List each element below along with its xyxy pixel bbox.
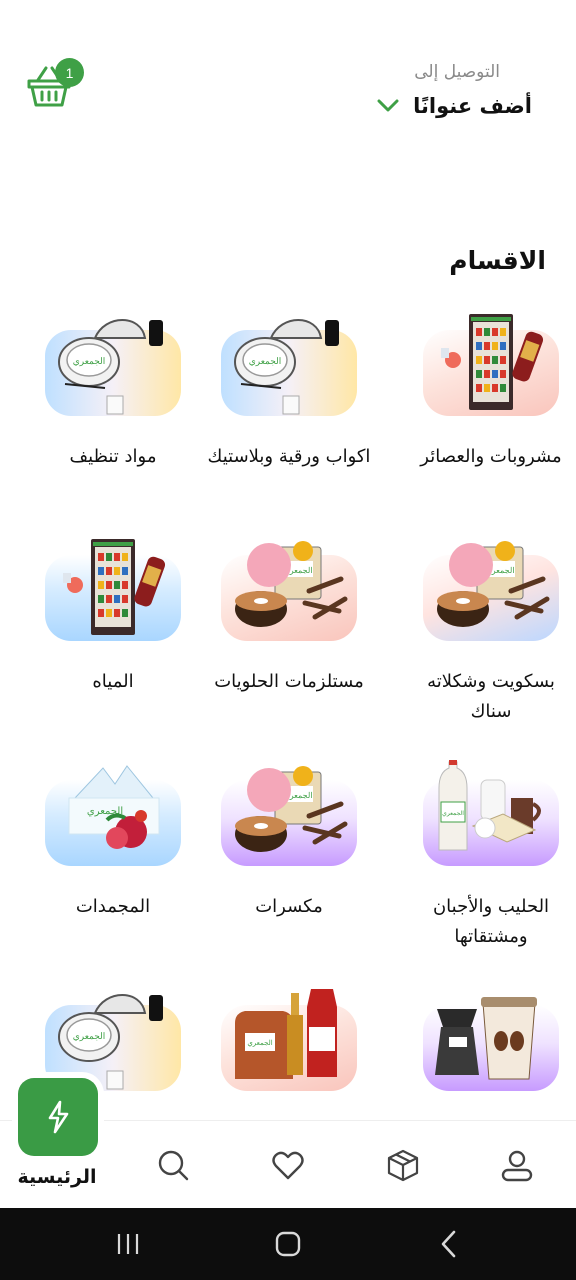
biscuits-chocolate-icon: الجمعري xyxy=(437,541,550,627)
drinks-fridge-icon xyxy=(441,314,544,410)
sauces-icon: الجمعري xyxy=(235,989,337,1079)
category-paper-cups[interactable]: الجمعري اكواب ورقية وبلاستيك xyxy=(204,308,374,472)
category-water[interactable]: المياه xyxy=(28,533,198,697)
header: 1 التوصيل إلى أضف عنوانًا xyxy=(0,0,576,160)
heart-icon[interactable] xyxy=(271,1148,305,1182)
search-icon[interactable] xyxy=(156,1148,190,1182)
category-label: الحليب والأجبان ومشتقاتها xyxy=(432,896,550,947)
paper-cups-icon: الجمعري xyxy=(234,319,339,415)
category-label: المياه xyxy=(92,671,134,692)
sweets-supplies-icon: الجمعري xyxy=(235,541,348,627)
recent-apps-icon[interactable] xyxy=(110,1228,146,1260)
svg-text:الجمعري: الجمعري xyxy=(73,1031,106,1042)
cart-count-badge: 1 xyxy=(55,58,84,87)
category-tile: الجمعري xyxy=(221,983,357,1091)
category-label: مستلزمات الحلويات xyxy=(214,671,364,692)
category-sauces[interactable]: الجمعري xyxy=(204,983,374,1091)
box-icon[interactable] xyxy=(386,1148,420,1182)
nuts-icon: الجمعري xyxy=(235,766,348,852)
category-tile: الجمعري xyxy=(45,308,181,416)
category-cleaning[interactable]: الجمعري مواد تنظيف xyxy=(28,308,198,472)
category-drinks[interactable]: مشروبات والعصائر xyxy=(406,308,576,472)
category-cleaning-2[interactable]: الجمعري xyxy=(28,983,198,1091)
water-fridge-icon xyxy=(63,539,166,635)
category-tile: الجمعري xyxy=(221,758,357,866)
chevron-down-icon xyxy=(377,99,399,112)
categories-title: الاقسام xyxy=(449,246,546,275)
category-tile: الجمعري xyxy=(45,983,181,1091)
svg-text:الجمعري: الجمعري xyxy=(73,356,106,367)
category-frozen[interactable]: الجمعري المجمدات xyxy=(28,758,198,922)
category-tile: الجمعري xyxy=(423,533,559,641)
svg-text:الجمعري: الجمعري xyxy=(249,356,282,367)
category-sweets[interactable]: الجمعري مستلزمات الحلويات xyxy=(204,533,374,697)
category-nuts[interactable]: الجمعري مكسرات xyxy=(204,758,374,922)
category-label: مواد تنظيف xyxy=(69,446,157,467)
cleaning-supplies-icon: الجمعري xyxy=(58,994,163,1090)
category-dairy[interactable]: الجمعري الحليب والأجبان ومشتقاتها xyxy=(406,758,576,952)
back-icon[interactable] xyxy=(432,1228,468,1260)
category-tile xyxy=(423,308,559,416)
category-label: اكواب ورقية وبلاستيك xyxy=(207,446,371,467)
cleaning-supplies-icon: الجمعري xyxy=(58,319,163,415)
deliver-to-label: التوصيل إلى xyxy=(414,62,500,82)
category-label: بسكويت وشكلاته سناك xyxy=(427,671,555,722)
category-tile: الجمعري xyxy=(221,533,357,641)
category-tile xyxy=(45,533,181,641)
svg-text:الجمعري: الجمعري xyxy=(247,1039,272,1047)
category-label: المجمدات xyxy=(75,896,151,917)
address-text: أضف عنوانًا xyxy=(413,94,532,118)
category-tile xyxy=(423,983,559,1091)
category-tile: الجمعري xyxy=(45,758,181,866)
lightning-icon xyxy=(48,1100,69,1134)
category-label: مكسرات xyxy=(255,896,323,917)
category-biscuits[interactable]: الجمعري بسكويت وشكلاته سناك xyxy=(406,533,576,727)
category-coffee[interactable] xyxy=(406,983,576,1091)
svg-text:الجمعري: الجمعري xyxy=(442,810,464,817)
home-button[interactable] xyxy=(18,1078,98,1156)
category-tile: الجمعري xyxy=(423,758,559,866)
category-tile: الجمعري xyxy=(221,308,357,416)
coffee-icon xyxy=(435,997,537,1080)
address-selector[interactable]: أضف عنوانًا xyxy=(377,94,532,118)
system-home-icon[interactable] xyxy=(270,1228,306,1260)
dairy-icon: الجمعري xyxy=(438,760,541,851)
category-label: مشروبات والعصائر xyxy=(420,446,562,467)
profile-icon[interactable] xyxy=(500,1148,534,1182)
home-label: الرئيسية xyxy=(17,1166,97,1188)
frozen-icon: الجمعري xyxy=(68,765,160,849)
